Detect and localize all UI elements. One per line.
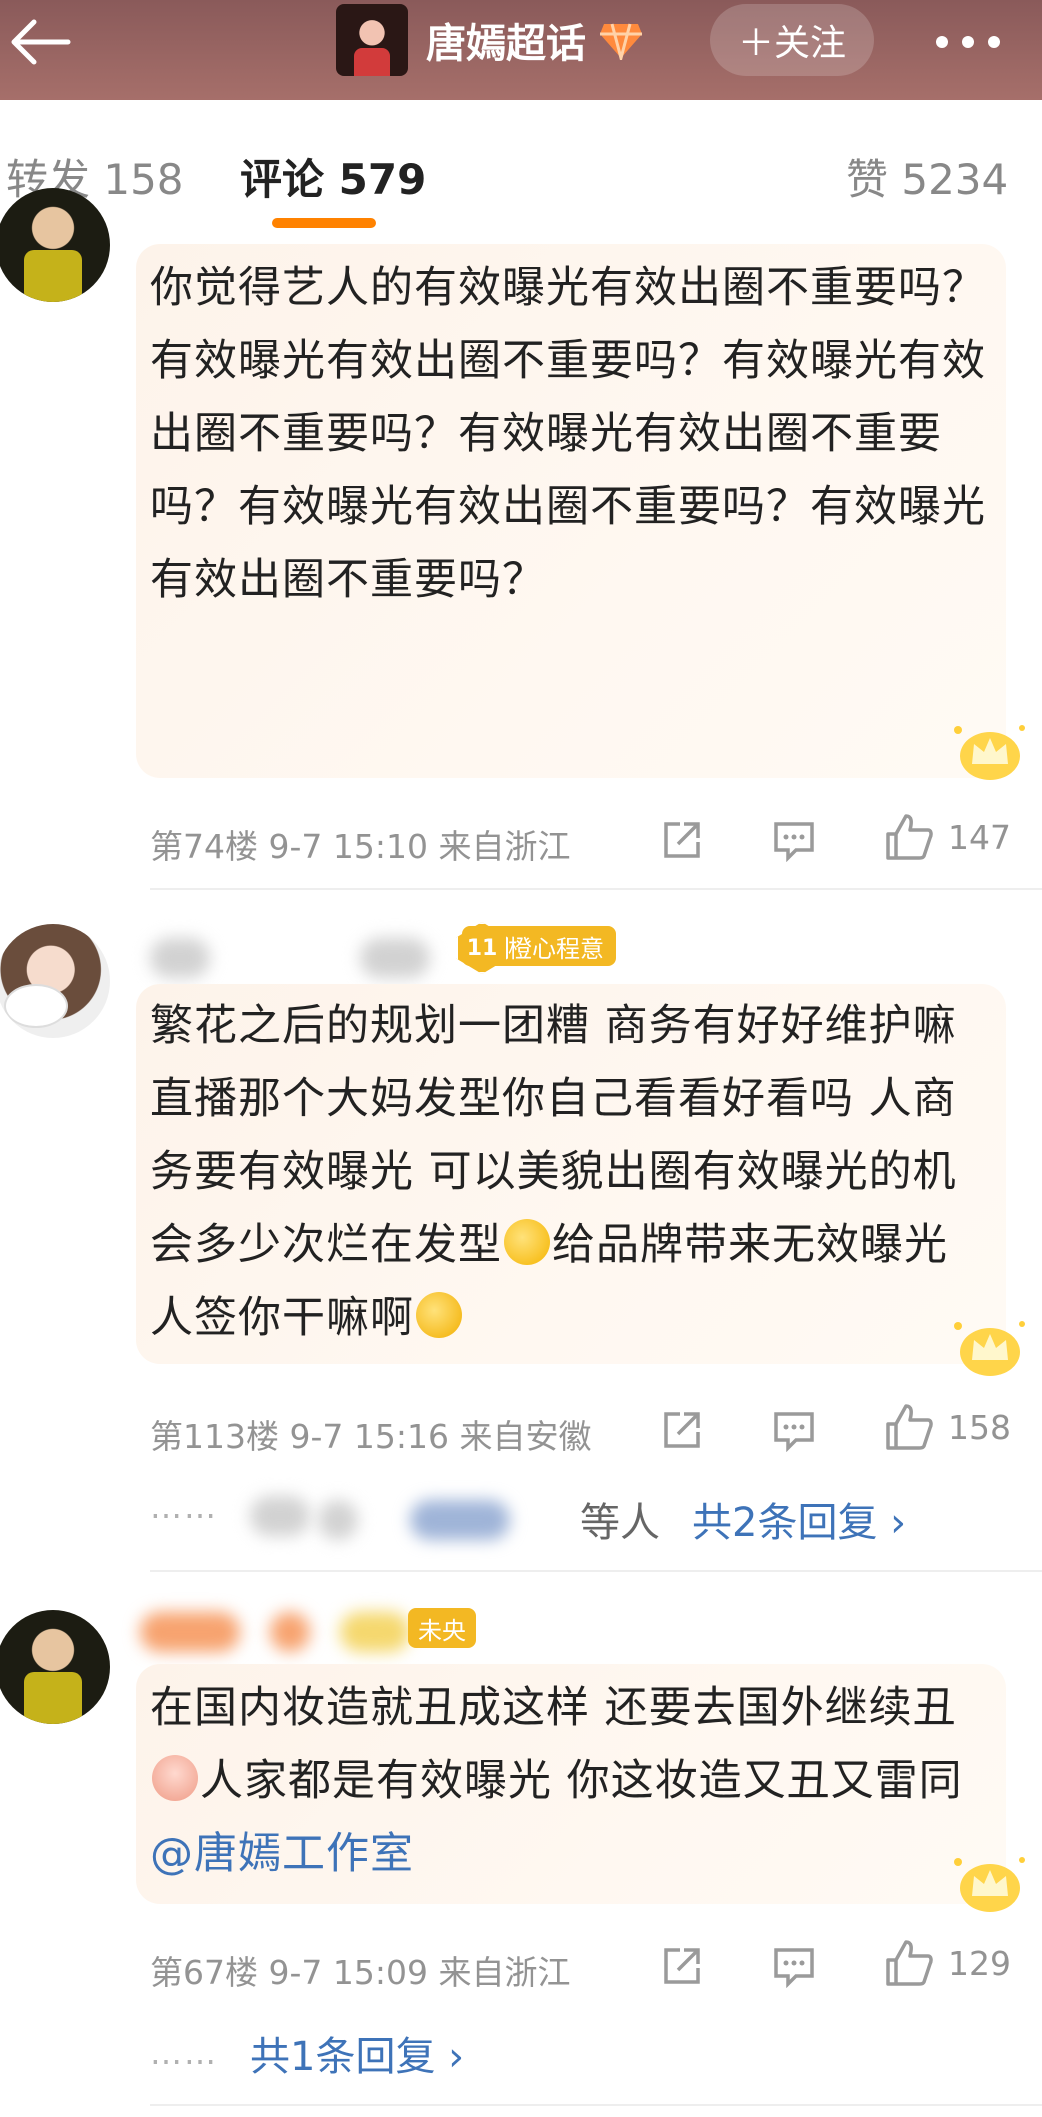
- comment-meta: 第113楼 9-7 15:16 来自安徽: [150, 1417, 592, 1456]
- comment-meta: 第74楼 9-7 15:10 来自浙江: [150, 827, 571, 866]
- view-replies-link[interactable]: 共1条回复 ›: [250, 2024, 464, 2082]
- thumbs-up-icon: [886, 814, 933, 860]
- reply-dots: ……: [150, 1488, 218, 1526]
- crown-badge-icon: [954, 1857, 1025, 1912]
- topic-avatar: [336, 4, 408, 76]
- like-button[interactable]: 147: [884, 812, 1011, 862]
- follow-button[interactable]: ＋关注: [710, 4, 874, 76]
- comment-button[interactable]: [772, 1408, 816, 1452]
- share-button[interactable]: [660, 1408, 704, 1452]
- like-button[interactable]: 158: [884, 1402, 1011, 1452]
- username-redacted[interactable]: [340, 1612, 410, 1652]
- thumbs-up-icon: [886, 1940, 933, 1986]
- avatar[interactable]: [0, 188, 110, 302]
- view-replies-link[interactable]: 共2条回复 ›: [692, 1490, 906, 1548]
- replier-redacted: [318, 1500, 358, 1540]
- reply-preview[interactable]: …… 共1条回复 ›: [150, 2024, 464, 2082]
- mention-link[interactable]: @唐嫣工作室: [150, 1829, 414, 1879]
- topic-title: 唐嫣超话: [426, 21, 586, 67]
- fan-badge: 未央: [408, 1608, 476, 1648]
- topic-header[interactable]: 唐嫣超话: [336, 4, 644, 76]
- tab-comments[interactable]: 评论 579: [240, 146, 426, 207]
- replier-redacted: [250, 1496, 310, 1536]
- avatar[interactable]: [0, 924, 110, 1038]
- comment-text-part: 在国内妆造就丑成这样 还要去国外继续丑: [150, 1683, 957, 1733]
- share-button[interactable]: [660, 818, 704, 862]
- comment-icon: [774, 822, 814, 862]
- crown-badge-icon: [954, 725, 1025, 780]
- comment-icon: [774, 1948, 814, 1988]
- comment-icon: [774, 1412, 814, 1452]
- reply-dots: ……: [150, 2034, 218, 2072]
- fan-badge-label: 未央: [418, 1616, 466, 1645]
- fan-badge-label: 橙心程意: [508, 934, 604, 963]
- replier-redacted: [410, 1500, 510, 1540]
- share-icon: [664, 1412, 700, 1448]
- divider: [150, 1570, 1042, 1572]
- reply-etc-text: 等人: [580, 1500, 660, 1546]
- comment-text: 你觉得艺人的有效曝光有效出圈不重要吗？有效曝光有效出圈不重要吗？有效曝光有效出圈…: [150, 263, 986, 605]
- share-icon: [664, 1948, 700, 1984]
- comment-meta: 第67楼 9-7 15:09 来自浙江: [150, 1953, 571, 1992]
- like-button[interactable]: 129: [884, 1938, 1011, 1988]
- comment-button[interactable]: [772, 818, 816, 862]
- username-redacted[interactable]: [360, 938, 430, 978]
- blush-heart-emoji-icon: [504, 1219, 550, 1265]
- username-redacted[interactable]: [270, 1612, 310, 1652]
- more-options-icon[interactable]: [932, 32, 1004, 52]
- laugh-cry-emoji-icon: [416, 1292, 462, 1338]
- super-topic-gem-icon: [600, 23, 642, 60]
- reply-preview[interactable]: ……: [150, 1488, 218, 1526]
- divider: [150, 888, 1042, 890]
- thumbs-up-icon: [886, 1404, 933, 1450]
- back-arrow-icon[interactable]: [6, 14, 72, 70]
- comment-text: 在国内妆造就丑成这样 还要去国外继续丑人家都是有效曝光 你这妆造又丑又雷同 @唐嫣…: [150, 1672, 990, 1891]
- username-redacted[interactable]: [140, 1612, 240, 1652]
- like-count: 147: [948, 817, 1011, 857]
- share-icon: [664, 822, 700, 858]
- top-bar: 唐嫣超话 ＋关注: [0, 0, 1042, 100]
- active-tab-indicator: [272, 218, 376, 228]
- username-redacted[interactable]: [150, 938, 210, 978]
- fan-badge: 11 橙心程意: [456, 922, 616, 974]
- tab-likes[interactable]: 赞 5234: [846, 146, 1008, 207]
- avatar[interactable]: [0, 1610, 110, 1724]
- like-count: 129: [948, 1943, 1011, 1983]
- divider: [150, 2104, 1042, 2106]
- comment-text-part: 人家都是有效曝光 你这妆造又丑又雷同: [200, 1756, 963, 1806]
- crown-badge-icon: [954, 1321, 1025, 1376]
- comment-button[interactable]: [772, 1944, 816, 1988]
- like-count: 158: [948, 1407, 1011, 1447]
- doll-emoji-icon: [152, 1755, 198, 1801]
- share-button[interactable]: [660, 1944, 704, 1988]
- comment-text: 繁花之后的规划一团糟 商务有好好维护嘛 直播那个大妈发型你自己看看好看吗 人商务…: [150, 990, 990, 1355]
